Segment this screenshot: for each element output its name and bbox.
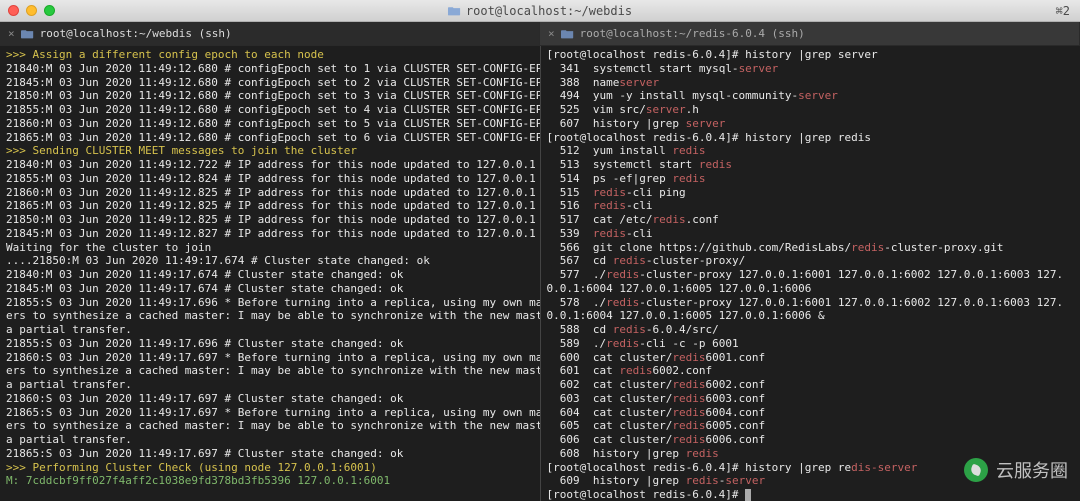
terminal-line: 512 yum install redis (547, 144, 1075, 158)
terminal-line: 21850:M 03 Jun 2020 11:49:12.680 # confi… (6, 89, 534, 103)
terminal-line: 21840:M 03 Jun 2020 11:49:17.674 # Clust… (6, 268, 534, 282)
terminal-line: 588 cd redis-6.0.4/src/ (547, 323, 1075, 337)
terminal-line: 388 nameserver (547, 76, 1075, 90)
terminal-line: 21855:M 03 Jun 2020 11:49:12.680 # confi… (6, 103, 534, 117)
terminal-line: 21855:S 03 Jun 2020 11:49:17.696 # Clust… (6, 337, 534, 351)
terminal-line: 515 redis-cli ping (547, 186, 1075, 200)
minimize-window-button[interactable] (26, 5, 37, 16)
tab-redis[interactable]: × root@localhost:~/redis-6.0.4 (ssh) (540, 22, 1080, 45)
terminal-line: 341 systemctl start mysql-server (547, 62, 1075, 76)
terminal-line: 525 vim src/server.h (547, 103, 1075, 117)
folder-icon (21, 28, 34, 39)
terminal-line: 602 cat cluster/redis6002.conf (547, 378, 1075, 392)
terminal-line: >>> Sending CLUSTER MEET messages to joi… (6, 144, 534, 158)
terminal-line: 21850:M 03 Jun 2020 11:49:12.825 # IP ad… (6, 213, 534, 227)
window-title: root@localhost:~/webdis (448, 4, 632, 18)
terminal-cursor (745, 489, 751, 501)
close-icon[interactable]: × (8, 27, 15, 40)
terminal-line: M: 7cddcbf9ff027f4aff2c1038e9fd378bd3fb5… (6, 474, 534, 488)
terminal-line: 21865:S 03 Jun 2020 11:49:17.697 # Clust… (6, 447, 534, 461)
terminal-line: 539 redis-cli (547, 227, 1075, 241)
terminal-line: 21840:M 03 Jun 2020 11:49:12.680 # confi… (6, 62, 534, 76)
terminal-pane-left[interactable]: >>> Assign a different config epoch to e… (0, 46, 541, 501)
watermark: 云服务圈 (964, 457, 1068, 483)
terminal-line: 21865:S 03 Jun 2020 11:49:17.697 * Befor… (6, 406, 534, 447)
terminal-line: 21855:M 03 Jun 2020 11:49:12.824 # IP ad… (6, 172, 534, 186)
zoom-window-button[interactable] (44, 5, 55, 16)
terminal-line: 494 yum -y install mysql-community-serve… (547, 89, 1075, 103)
terminal-line: [root@localhost redis-6.0.4]# (547, 488, 1075, 501)
terminal-line: 21845:M 03 Jun 2020 11:49:17.674 # Clust… (6, 282, 534, 296)
terminal-line: 21860:M 03 Jun 2020 11:49:12.825 # IP ad… (6, 186, 534, 200)
window-shortcut-indicator: ⌘2 (1056, 4, 1070, 18)
terminal-line: >>> Performing Cluster Check (using node… (6, 461, 534, 475)
wechat-icon (964, 458, 988, 482)
terminal-line: 21855:S 03 Jun 2020 11:49:17.696 * Befor… (6, 296, 534, 337)
terminal-line: >>> Assign a different config epoch to e… (6, 48, 534, 62)
terminal-line: 605 cat cluster/redis6005.conf (547, 419, 1075, 433)
close-icon[interactable]: × (548, 27, 555, 40)
terminal-line: [root@localhost redis-6.0.4]# history |g… (547, 48, 1075, 62)
terminal-line: ....21850:M 03 Jun 2020 11:49:17.674 # C… (6, 254, 534, 268)
watermark-text: 云服务圈 (996, 457, 1068, 483)
terminal-line: 513 systemctl start redis (547, 158, 1075, 172)
terminal-line: [root@localhost redis-6.0.4]# history |g… (547, 131, 1075, 145)
terminal-line: 601 cat redis6002.conf (547, 364, 1075, 378)
terminal-line: 567 cd redis-cluster-proxy/ (547, 254, 1075, 268)
terminal-line: 577 ./redis-cluster-proxy 127.0.0.1:6001… (547, 268, 1075, 296)
split-panes: >>> Assign a different config epoch to e… (0, 46, 1080, 501)
tab-label: root@localhost:~/webdis (ssh) (40, 27, 232, 40)
terminal-line: 21860:S 03 Jun 2020 11:49:17.697 * Befor… (6, 351, 534, 392)
close-window-button[interactable] (8, 5, 19, 16)
terminal-pane-right[interactable]: [root@localhost redis-6.0.4]# history |g… (541, 46, 1080, 501)
tab-bar: × root@localhost:~/webdis (ssh) × root@l… (0, 22, 1080, 46)
terminal-line: 566 git clone https://github.com/RedisLa… (547, 241, 1075, 255)
terminal-line: 21845:M 03 Jun 2020 11:49:12.827 # IP ad… (6, 227, 534, 241)
folder-icon (448, 5, 461, 16)
terminal-line: 21865:M 03 Jun 2020 11:49:12.825 # IP ad… (6, 199, 534, 213)
terminal-line: 21840:M 03 Jun 2020 11:49:12.722 # IP ad… (6, 158, 534, 172)
window-titlebar: root@localhost:~/webdis ⌘2 (0, 0, 1080, 22)
terminal-line: 21865:M 03 Jun 2020 11:49:12.680 # confi… (6, 131, 534, 145)
terminal-line: 603 cat cluster/redis6003.conf (547, 392, 1075, 406)
folder-icon (561, 28, 574, 39)
terminal-line: 606 cat cluster/redis6006.conf (547, 433, 1075, 447)
terminal-line: 604 cat cluster/redis6004.conf (547, 406, 1075, 420)
terminal-line: 607 history |grep server (547, 117, 1075, 131)
terminal-line: 21860:M 03 Jun 2020 11:49:12.680 # confi… (6, 117, 534, 131)
terminal-line: 600 cat cluster/redis6001.conf (547, 351, 1075, 365)
tab-webdis[interactable]: × root@localhost:~/webdis (ssh) (0, 22, 540, 45)
terminal-line: 21860:S 03 Jun 2020 11:49:17.697 # Clust… (6, 392, 534, 406)
terminal-line: 516 redis-cli (547, 199, 1075, 213)
terminal-line: 578 ./redis-cluster-proxy 127.0.0.1:6001… (547, 296, 1075, 324)
tab-label: root@localhost:~/redis-6.0.4 (ssh) (580, 27, 805, 40)
terminal-line: 514 ps -ef|grep redis (547, 172, 1075, 186)
terminal-line: 517 cat /etc/redis.conf (547, 213, 1075, 227)
traffic-lights (8, 5, 55, 16)
window-title-text: root@localhost:~/webdis (466, 4, 632, 18)
terminal-line: Waiting for the cluster to join (6, 241, 534, 255)
terminal-line: 21845:M 03 Jun 2020 11:49:12.680 # confi… (6, 76, 534, 90)
terminal-line: 589 ./redis-cli -c -p 6001 (547, 337, 1075, 351)
